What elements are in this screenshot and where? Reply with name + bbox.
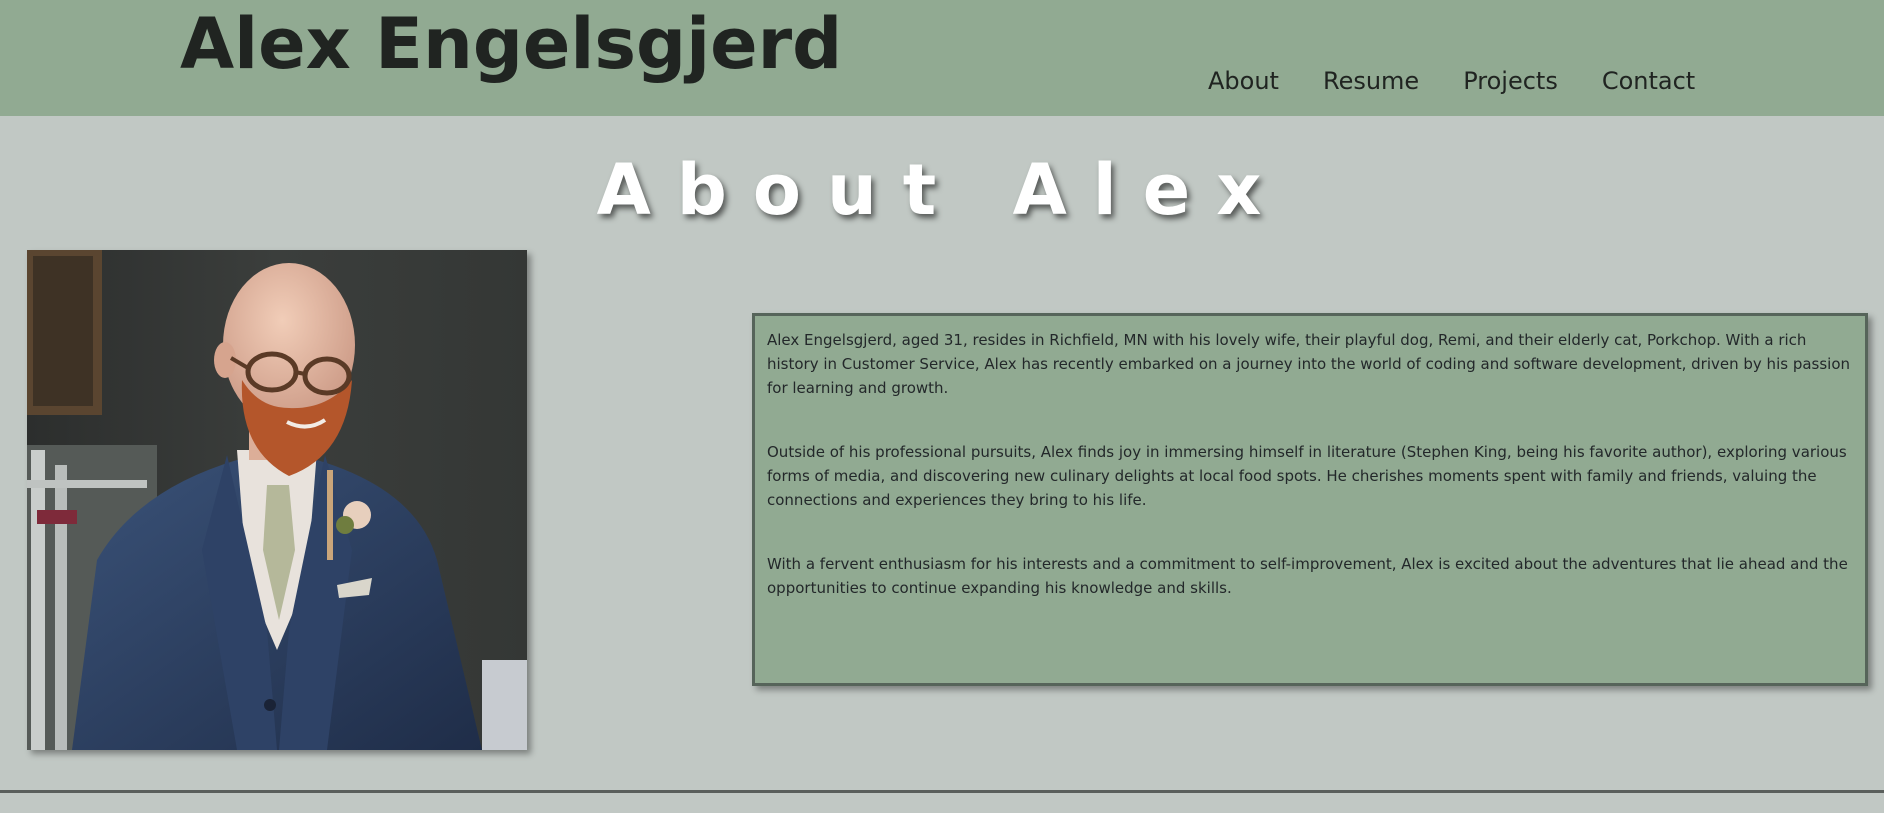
nav-link-resume[interactable]: Resume (1323, 66, 1419, 96)
bio-paragraph-1: Alex Engelsgjerd, aged 31, resides in Ri… (767, 331, 1851, 397)
footer-divider (0, 790, 1884, 793)
site-header: Alex Engelsgjerd About Resume Projects C… (0, 0, 1884, 116)
page-title: About Alex (596, 149, 1288, 231)
bio-box: Alex Engelsgjerd, aged 31, resides in Ri… (752, 313, 1868, 686)
nav-link-about[interactable]: About (1208, 66, 1279, 96)
nav-link-projects[interactable]: Projects (1463, 66, 1558, 96)
main-nav: About Resume Projects Contact (1208, 66, 1739, 96)
site-title: Alex Engelsgjerd (180, 3, 843, 85)
bio-paragraph-3: With a fervent enthusiasm for his intere… (767, 555, 1848, 597)
bio-paragraph-2: Outside of his professional pursuits, Al… (767, 443, 1847, 509)
profile-photo (27, 250, 527, 750)
nav-link-contact[interactable]: Contact (1602, 66, 1695, 96)
